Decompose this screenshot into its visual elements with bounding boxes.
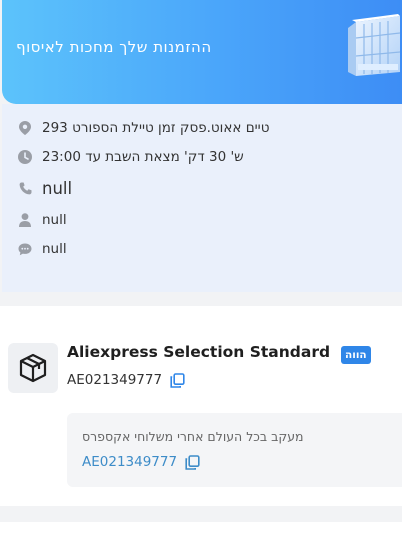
address-row: טיים אאוט.פסק זמן טיילת הספורט 293 bbox=[18, 120, 269, 136]
pickup-phone: null bbox=[42, 179, 73, 198]
carrier-name: Aliexpress Selection Standard bbox=[67, 343, 331, 361]
phone-row: null bbox=[18, 179, 72, 198]
tracking-number-line: AE021349777 bbox=[67, 372, 185, 388]
hours-row: ש' 30 דק' מצאת השבת עד 23:00 bbox=[18, 149, 244, 165]
pickup-address: טיים אאוט.פסק זמן טיילת הספורט 293 bbox=[42, 120, 270, 136]
page: ההזמנות שלך מחכות לאיסוף טיים אאוט.פסק ז… bbox=[0, 0, 402, 540]
pickup-note: null bbox=[42, 241, 67, 257]
copy-icon[interactable] bbox=[170, 372, 185, 388]
location-pin-icon bbox=[18, 121, 32, 135]
copy-link-icon[interactable] bbox=[185, 454, 200, 470]
status-badge: הווה bbox=[341, 346, 371, 364]
contact-name: null bbox=[42, 212, 67, 228]
phone-icon bbox=[18, 182, 32, 196]
pickup-info-panel: טיים אאוט.פסק זמן טיילת הספורט 293 ש' 30… bbox=[2, 104, 402, 292]
pickup-banner: ההזמנות שלך מחכות לאיסוף bbox=[2, 0, 402, 104]
package-icon bbox=[8, 343, 58, 393]
contact-row: null bbox=[18, 212, 67, 228]
opening-hours: ש' 30 דק' מצאת השבת עד 23:00 bbox=[42, 149, 244, 165]
tracking-link[interactable]: AE021349777 bbox=[82, 454, 177, 470]
user-icon bbox=[18, 213, 32, 227]
parcel-locker-icon bbox=[348, 14, 401, 76]
banner-title: ההזמנות שלך מחכות לאיסוף bbox=[16, 38, 212, 56]
tracking-info-box[interactable]: מעקב בכל העולם אחרי משלוחי אקספרס AE0213… bbox=[67, 413, 402, 487]
tracking-number: AE021349777 bbox=[67, 372, 163, 388]
shipment-card[interactable]: Aliexpress Selection Standard הווה AE021… bbox=[0, 306, 402, 506]
tracking-description: מעקב בכל העולם אחרי משלוחי אקספרס bbox=[82, 429, 304, 444]
tracking-link-row: AE021349777 bbox=[82, 454, 200, 470]
note-row: null bbox=[18, 241, 67, 257]
next-card bbox=[0, 522, 402, 540]
clock-icon bbox=[18, 150, 32, 164]
chat-bubble-icon bbox=[18, 242, 32, 256]
